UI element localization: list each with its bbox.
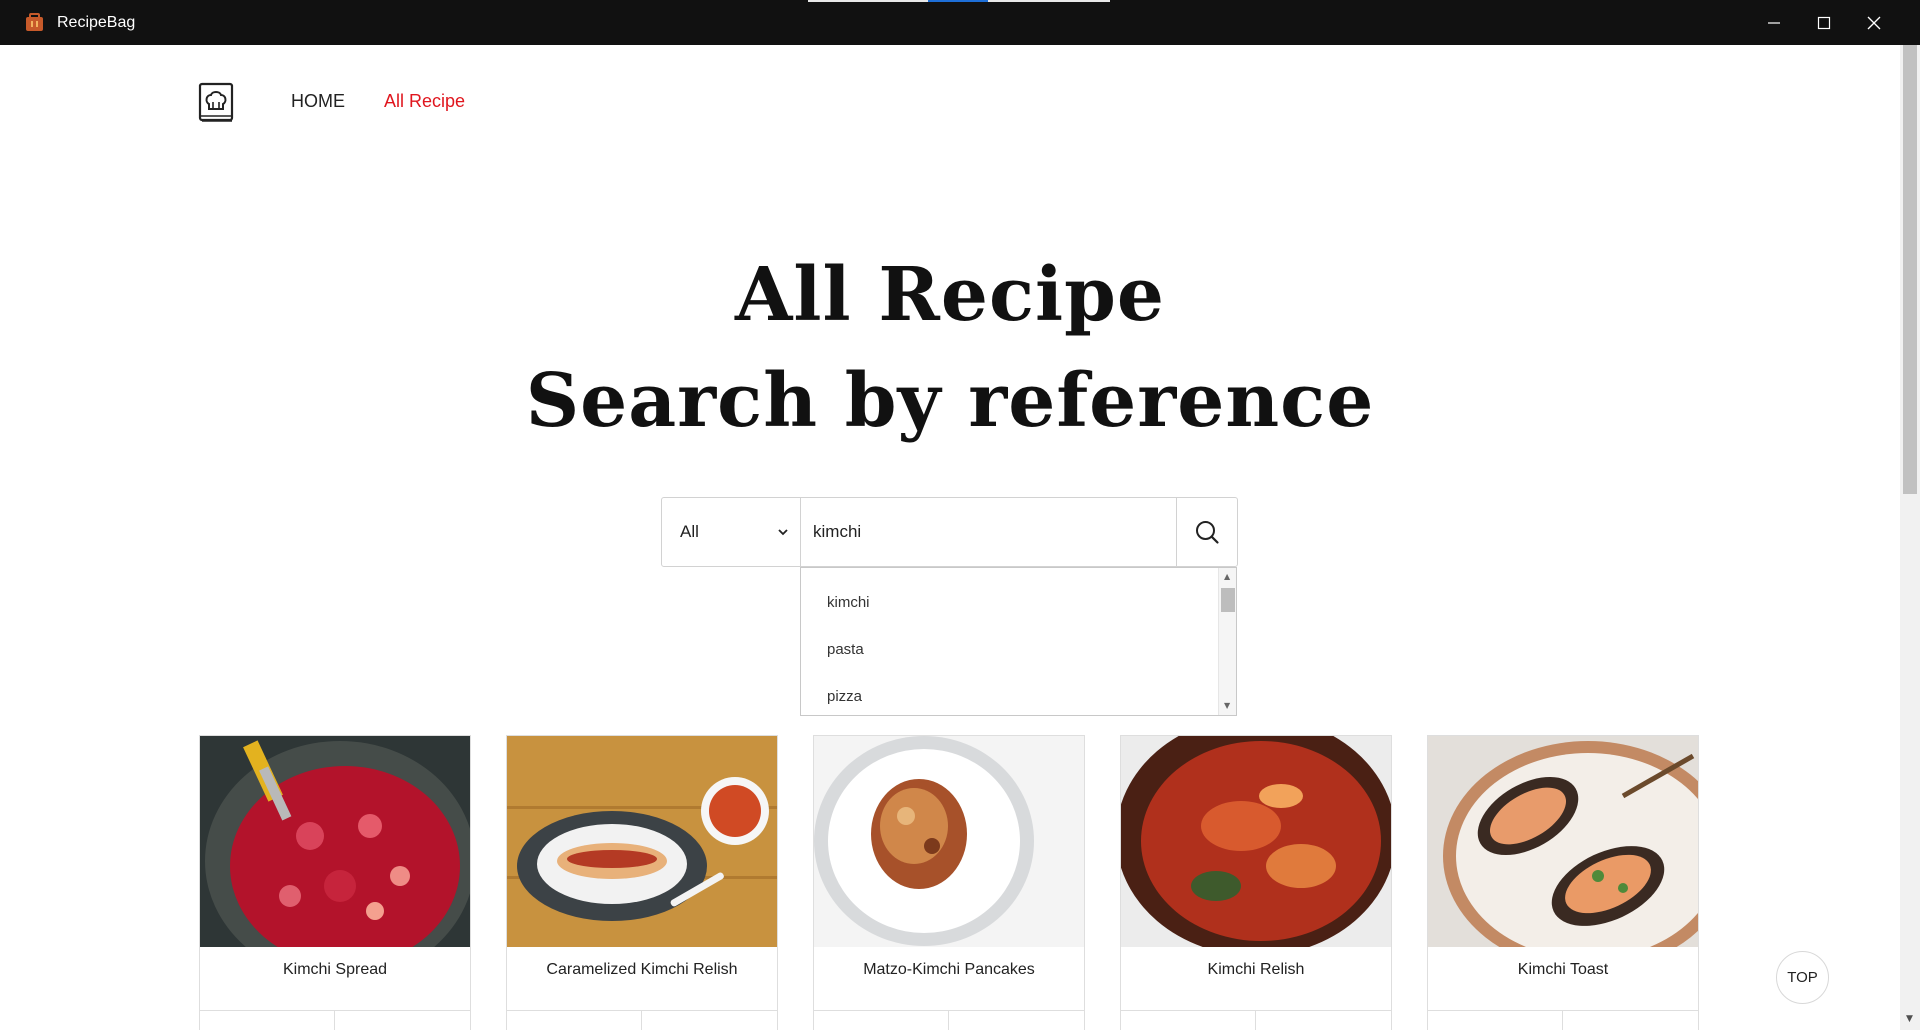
card-actions <box>1121 1011 1391 1030</box>
category-select-value: All <box>680 522 699 541</box>
recipe-title: Kimchi Toast <box>1517 961 1609 978</box>
nav-home-link[interactable]: HOME <box>291 91 345 112</box>
page-scrollbar[interactable]: ▼ <box>1900 45 1920 1030</box>
card-action-right[interactable] <box>642 1011 777 1030</box>
page-subtitle: Search by reference <box>525 358 1375 444</box>
close-button[interactable] <box>1849 0 1899 45</box>
scroll-down-arrow-icon[interactable]: ▼ <box>1906 1015 1913 1024</box>
card-action-right[interactable] <box>949 1011 1084 1030</box>
recipe-title: Caramelized Kimchi Relish <box>546 961 738 978</box>
suggestion-item[interactable]: pasta <box>827 641 864 658</box>
minimize-button[interactable] <box>1749 0 1799 45</box>
chef-book-logo-icon[interactable] <box>198 82 236 124</box>
recipe-card[interactable]: Kimchi Toast <box>1427 735 1699 1030</box>
maximize-button[interactable] <box>1799 0 1849 45</box>
close-icon <box>1867 16 1881 29</box>
window-title: RecipeBag <box>57 14 136 31</box>
search-suggestions: kimchi pasta pizza ▲ ▼ <box>800 567 1237 716</box>
card-actions <box>200 1011 470 1030</box>
scroll-up-arrow-icon[interactable]: ▲ <box>1224 573 1230 581</box>
scroll-down-arrow-icon[interactable]: ▼ <box>1224 702 1230 710</box>
suggestions-scroll-thumb[interactable] <box>1221 588 1235 612</box>
card-actions <box>814 1011 1084 1030</box>
maximize-icon <box>1817 16 1831 29</box>
recipe-card[interactable]: Kimchi Spread <box>199 735 471 1030</box>
titlebar-tab-active <box>928 0 988 2</box>
suggestions-scrollbar[interactable]: ▲ ▼ <box>1218 568 1236 715</box>
card-action-left[interactable] <box>1428 1011 1563 1030</box>
card-action-left[interactable] <box>200 1011 335 1030</box>
recipe-title: Kimchi Spread <box>282 961 388 978</box>
suggestion-item[interactable]: kimchi <box>827 594 870 611</box>
card-action-right[interactable] <box>1563 1011 1698 1030</box>
card-action-right[interactable] <box>335 1011 470 1030</box>
page-scroll-thumb[interactable] <box>1903 45 1917 494</box>
recipe-card[interactable]: Matzo-Kimchi Pancakes <box>813 735 1085 1030</box>
recipe-card[interactable]: Caramelized Kimchi Relish <box>506 735 778 1030</box>
minimize-icon <box>1768 21 1780 24</box>
category-select[interactable]: All <box>662 498 801 566</box>
recipe-image <box>1428 736 1698 947</box>
hero-heading: All Recipe Search by reference <box>0 245 1900 457</box>
title-bar: RecipeBag <box>0 0 1920 45</box>
card-action-right[interactable] <box>1256 1011 1391 1030</box>
recipebag-app-icon <box>26 13 43 31</box>
recipe-title: Matzo-Kimchi Pancakes <box>863 961 1035 978</box>
scroll-to-top-button[interactable]: TOP <box>1776 951 1829 1004</box>
search-icon <box>1196 521 1219 544</box>
card-action-left[interactable] <box>814 1011 949 1030</box>
recipe-image <box>814 736 1084 947</box>
recipe-title: Kimchi Relish <box>1207 961 1305 978</box>
card-actions <box>507 1011 777 1030</box>
recipe-card[interactable]: Kimchi Relish <box>1120 735 1392 1030</box>
card-action-left[interactable] <box>1121 1011 1256 1030</box>
card-actions <box>1428 1011 1698 1030</box>
search-button[interactable] <box>1177 498 1237 566</box>
recipe-image <box>507 736 777 947</box>
page-title: All Recipe <box>735 252 1165 338</box>
chevron-down-icon <box>778 529 788 536</box>
search-bar: All <box>661 497 1238 567</box>
recipe-image <box>200 736 470 947</box>
suggestion-item[interactable]: pizza <box>827 688 862 705</box>
nav-all-recipe-link[interactable]: All Recipe <box>384 91 465 112</box>
card-action-left[interactable] <box>507 1011 642 1030</box>
recipe-image <box>1121 736 1391 947</box>
search-input[interactable] <box>801 498 1177 566</box>
